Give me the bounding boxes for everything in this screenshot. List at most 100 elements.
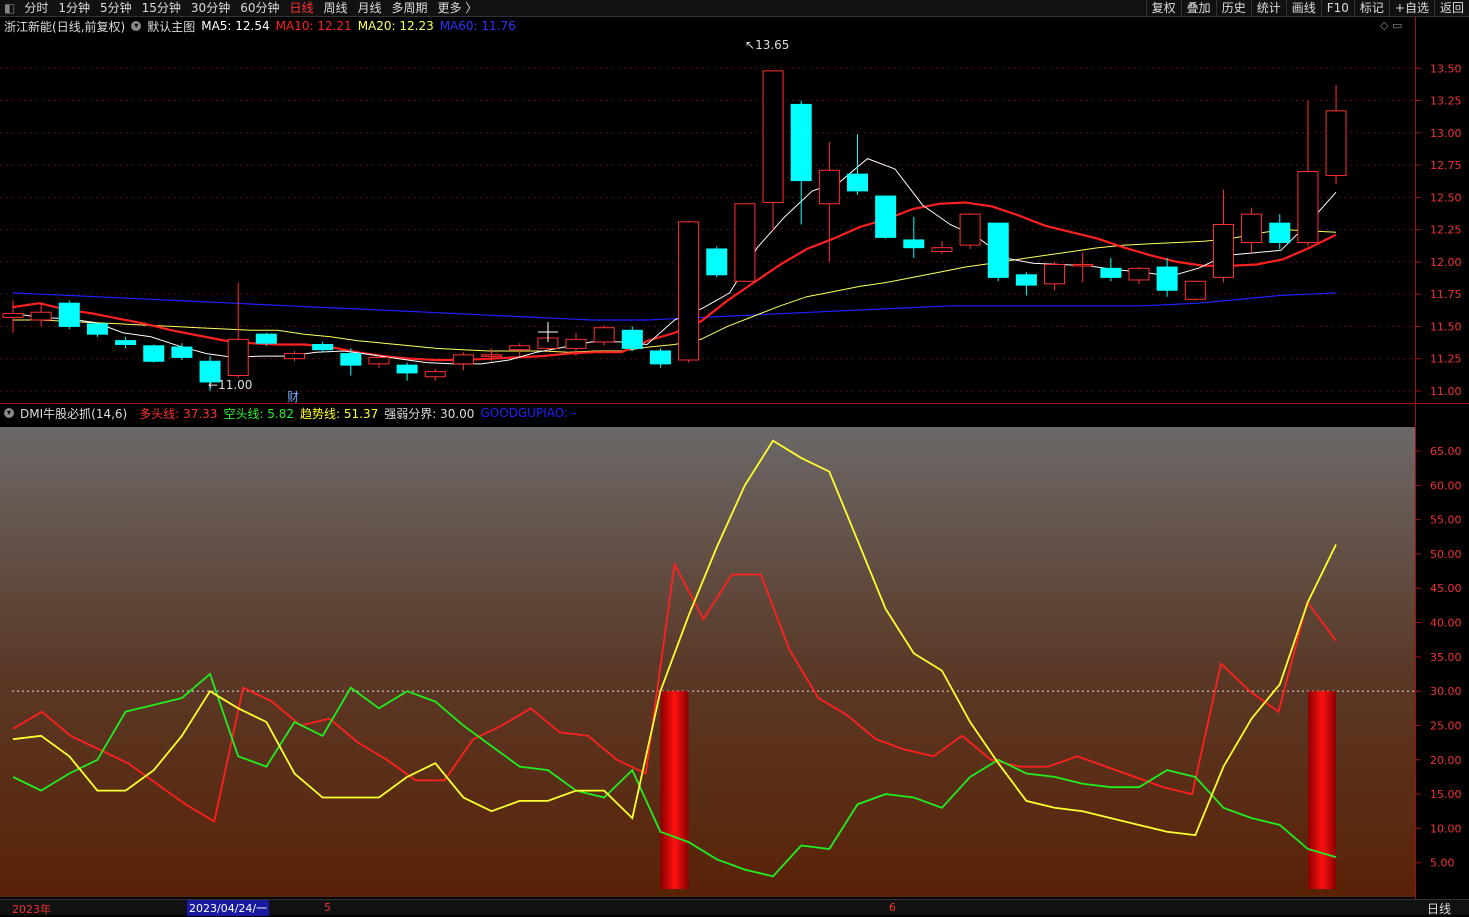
candle-body [86,323,108,335]
candle-body [931,247,953,253]
ma60-label: MA60: 11.76 [439,19,516,33]
period-note: (日线,前复权) [52,19,126,34]
ma20-line [13,229,1337,353]
candle-body [593,327,615,343]
ma5-line [12,158,1337,365]
candle [1100,258,1122,282]
candle [790,100,812,225]
indicator-toggle-icon[interactable]: ▾ [4,408,14,418]
ma60-line [12,292,1337,321]
candle-body [340,353,362,366]
period-tabs: 分时 1分钟 5分钟 15分钟 30分钟 60分钟 日线 周线 月线 多周期 更多 〉 [19,0,482,16]
price-tick-label: 12.75 [1430,159,1462,172]
main-chart-header: 浙江新能 (日线,前复权) ▾ 默认主图 MA5: 12.54 MA10: 12.… [0,16,516,36]
toolbar-button-8[interactable]: 返回 [1433,0,1469,16]
candle [987,222,1009,282]
candle-body [368,356,390,365]
candle-body [790,103,812,182]
template-name[interactable]: 默认主图 [147,18,195,35]
candle [481,348,503,362]
price-tick-label: 11.75 [1430,288,1462,301]
candle [1015,272,1037,296]
month-5-label: 5 [324,901,331,914]
chart-settings-icon[interactable]: ◇ ▭ [1380,19,1402,32]
candle [875,195,897,239]
toolbar-button-0[interactable]: 复权 [1145,0,1181,16]
candle-body [1241,213,1263,244]
tab-1[interactable]: 1分钟 [53,0,95,16]
threshold-label: 强弱分界: 30.00 [384,406,475,421]
toolbar-button-6[interactable]: 标记 [1353,0,1389,16]
candle-body [678,221,700,361]
candle [1072,252,1094,283]
candle-body [1184,280,1206,300]
tab-5[interactable]: 60分钟 [235,0,284,16]
tab-4[interactable]: 30分钟 [186,0,235,16]
candle-body [58,302,80,327]
kline-chart[interactable]: 13.50 13.25 13.00 12.75 12.50 12.25 12.00 11.75… [0,0,1469,914]
candle-body [1015,274,1037,286]
candle-body [2,313,24,318]
candle [1044,261,1066,291]
toolbar-button-5[interactable]: F10 [1320,0,1354,16]
tab-10[interactable]: 更多 〉 [433,0,483,16]
tab-2[interactable]: 5分钟 [95,0,137,16]
tab-3[interactable]: 15分钟 [137,0,186,16]
candle [762,70,784,231]
date-axis: 2023年 2023/04/24/一 5 6 日线 [0,899,1469,917]
indicator-tick-label: 60.00 [1430,479,1462,492]
candle [30,303,52,327]
candle-body [1269,222,1291,244]
toolbar-right-buttons: 复权 叠加 历史 统计 画线 F10 标记 +自选 返回 [1145,0,1469,16]
indicator-tick-label: 10.00 [1430,822,1462,835]
candle-body [1325,110,1347,176]
candle [227,282,249,379]
price-tick-label: 13.25 [1430,95,1462,108]
toolbar-button-1[interactable]: 叠加 [1180,0,1216,16]
toolbar-button-3[interactable]: 统计 [1250,0,1286,16]
candle [734,203,756,282]
candle [171,343,193,360]
app-menu-icon[interactable]: ◧ [0,0,19,16]
candle-body [649,350,671,365]
template-toggle-icon[interactable]: ▾ [131,21,142,31]
candle-body [959,213,981,246]
year-label: 2023年 [12,903,51,916]
low-marker: ←11.00 [208,378,253,392]
candle [115,336,137,349]
price-tick-label: 13.50 [1430,62,1462,75]
axis-divider [1415,17,1416,899]
price-tick-label: 12.00 [1430,256,1462,269]
candle [565,332,587,357]
tab-9[interactable]: 多周期 [387,0,433,16]
candle-body [875,195,897,238]
candle-body [537,337,559,349]
indicator-name[interactable]: DMI牛股必抓(14,6) [20,405,127,422]
tab-7[interactable]: 周线 [319,0,353,16]
mdi-line [12,672,1337,878]
candle-body [452,354,474,365]
candle-body [565,338,587,349]
candle-body [312,343,334,351]
tab-6[interactable]: 日线 [284,0,318,16]
toolbar-button-4[interactable]: 画线 [1285,0,1321,16]
period-button[interactable]: 日线 [1427,900,1451,917]
candle [312,341,334,353]
candle-body [30,311,52,321]
candle [1212,189,1234,283]
candle [593,325,615,346]
toolbar-button-2[interactable]: 历史 [1215,0,1251,16]
tab-8[interactable]: 月线 [353,0,387,16]
candle [424,369,446,381]
candle [903,216,925,259]
candle [537,330,559,353]
high-marker: ↖13.65 [745,38,790,52]
indicator-tick-label: 65.00 [1430,445,1462,458]
tab-0[interactable]: 分时 [19,0,53,16]
candle [396,362,418,381]
toolbar-button-7[interactable]: +自选 [1388,0,1434,16]
candle [678,220,700,363]
candle-body [424,371,446,378]
candle [255,332,277,346]
candle-body [706,248,728,276]
